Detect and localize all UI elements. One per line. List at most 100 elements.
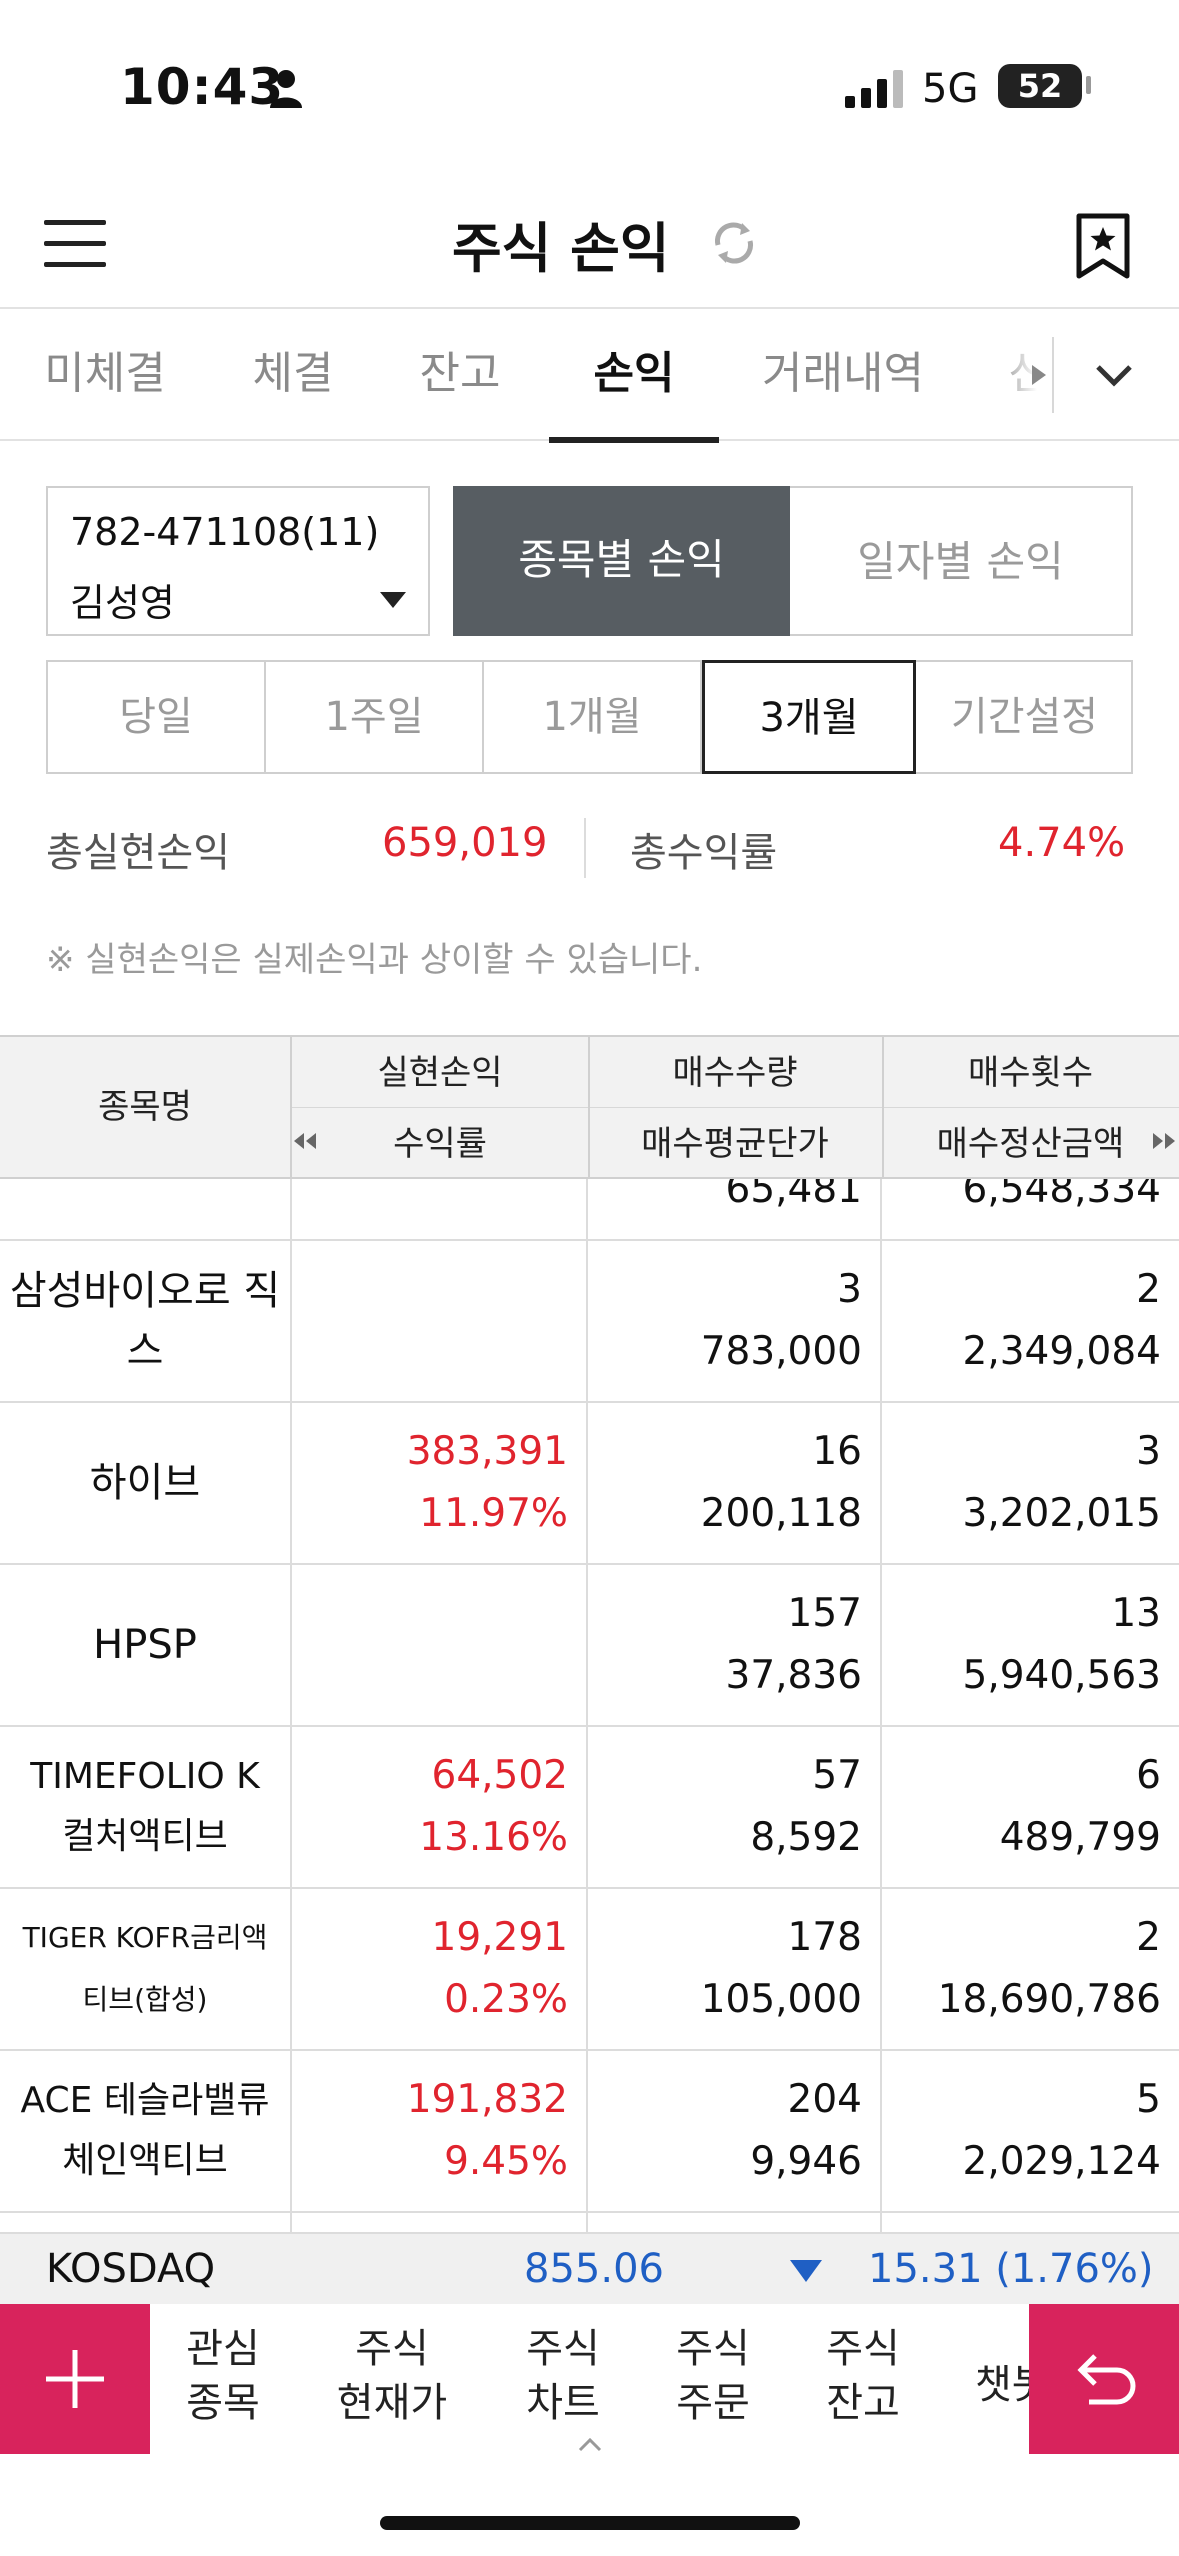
row-buy-qty: 3 (837, 1267, 862, 1312)
header-settle-amount: 매수정산금액 (936, 1124, 1125, 1164)
add-menu-button[interactable] (0, 2304, 150, 2454)
nav-current-price-line2: 현재가 (336, 2380, 448, 2426)
table-row[interactable]: TIMEFOLIO K 컬처액티브 64,502 13.16% 57 8,592… (0, 1727, 1179, 1889)
status-time: 10:43 (120, 58, 285, 116)
row-settle-amount: 2,029,124 (962, 2139, 1162, 2184)
hamburger-menu-icon[interactable] (44, 220, 106, 267)
chevron-up-icon (578, 2438, 602, 2452)
nav-balance[interactable]: 주식 잔고 (808, 2322, 918, 2430)
period-3months[interactable]: 3개월 (702, 660, 916, 774)
app-header: 주식 손익 (0, 175, 1179, 309)
refresh-icon[interactable] (706, 215, 762, 271)
row-qty-cell: 3 783,000 (588, 1241, 882, 1401)
row-cnt-cell: 5 2,029,124 (882, 2051, 1179, 2211)
nav-balance-line1: 주식 (826, 2326, 900, 2372)
total-realized-label: 총실현손익 (46, 830, 230, 876)
row-avg-price: 37,836 (725, 1653, 862, 1698)
table-row[interactable]: TIGER KOFR금리액 티브(합성) 19,291 0.23% 178 10… (0, 1889, 1179, 2051)
row-settle-amount: 6,548,334 (962, 1179, 1162, 1212)
row-realized-pl: 19,291 (431, 1915, 568, 1960)
row-settle-amount: 5,940,563 (962, 1653, 1162, 1698)
row-avg-price: 105,000 (700, 1977, 862, 2022)
row-return-rate: 13.16% (419, 1815, 568, 1860)
table-row[interactable]: 하이브 383,391 11.97% 16 200,118 3 3,202,01… (0, 1403, 1179, 1565)
bookmark-star-icon[interactable] (1075, 213, 1131, 279)
row-avg-price: 200,118 (700, 1491, 862, 1536)
header-return-rate: 수익률 (393, 1124, 487, 1164)
row-buy-qty: 157 (787, 1591, 862, 1636)
row-avg-price: 783,000 (700, 1329, 862, 1374)
nav-chart-line2: 차트 (526, 2380, 600, 2426)
row-pl-cell: 383,391 11.97% (292, 1403, 588, 1563)
plus-icon (46, 2350, 104, 2408)
table-row[interactable]: 삼성바이오로 직스 3 783,000 2 2,349,084 (0, 1241, 1179, 1403)
nav-chart-line1: 주식 (526, 2326, 600, 2372)
row-cnt-cell: 3 3,202,015 (882, 1403, 1179, 1563)
table-header: 종목명 실현손익 수익률 매수수량 매수평균단가 매수횟수 매수정산금액 (0, 1035, 1179, 1179)
row-pl-cell (292, 1179, 588, 1239)
row-cnt-cell: 2 2,349,084 (882, 1241, 1179, 1401)
row-cnt-cell: 6 489,799 (882, 1727, 1179, 1887)
row-realized-pl: 383,391 (406, 1429, 568, 1474)
scroll-left-icon[interactable] (294, 1133, 316, 1149)
tab-profit-loss[interactable]: 손익 (549, 309, 719, 443)
table-row[interactable] (0, 2213, 1179, 2232)
account-selector[interactable]: 782-471108(11) 김성영 (46, 486, 430, 636)
title-wrap: 주식 손익 (452, 211, 762, 280)
row-qty-cell: 157 37,836 (588, 1565, 882, 1725)
bottom-nav: 관심 종목 주식 현재가 주식 차트 주식 주문 주식 잔고 챗봇 (0, 2304, 1179, 2454)
row-settle-amount: 3,202,015 (962, 1491, 1162, 1536)
nav-watchlist[interactable]: 관심 종목 (168, 2322, 278, 2430)
row-buy-qty: 204 (787, 2077, 862, 2122)
nav-watchlist-line2: 종목 (186, 2380, 260, 2426)
header-realized-pl: 실현손익 (377, 1053, 503, 1093)
tab-balance[interactable]: 잔고 (405, 309, 515, 441)
account-owner: 김성영 (70, 581, 175, 625)
row-cnt-cell: 13 5,940,563 (882, 1565, 1179, 1725)
row-qty-cell: 178 105,000 (588, 1889, 882, 2049)
row-buy-qty: 57 (812, 1753, 862, 1798)
nav-chatbot[interactable]: 챗봇 (975, 2352, 1029, 2410)
row-settle-amount: 489,799 (999, 1815, 1161, 1860)
nav-order[interactable]: 주식 주문 (658, 2322, 768, 2430)
home-indicator[interactable] (380, 2516, 800, 2530)
table-row[interactable]: ACE 테슬라밸류 체인액티브 191,832 9.45% 204 9,946 … (0, 2051, 1179, 2213)
period-1week[interactable]: 1주일 (266, 662, 484, 772)
ticker-change: 15.31 (1.76%) (868, 2246, 1154, 2292)
segment-by-date[interactable]: 일자별 손익 (790, 486, 1133, 636)
header-vline (882, 1037, 884, 1177)
nav-watchlist-line1: 관심 (186, 2326, 260, 2372)
index-ticker[interactable]: KOSDAQ 855.06 15.31 (1.76%) (0, 2232, 1179, 2304)
nav-chart[interactable]: 주식 차트 (508, 2322, 618, 2430)
period-custom[interactable]: 기간설정 (916, 662, 1133, 772)
tab-bar: 미체결 체결 잔고 손익 거래내역 신 (0, 309, 1179, 443)
page-title: 주식 손익 (452, 216, 670, 280)
scroll-right-icon (1032, 365, 1046, 385)
row-stock-name: HPSP (0, 1565, 292, 1725)
row-buy-qty: 16 (812, 1429, 862, 1474)
person-icon (270, 70, 302, 108)
table-row[interactable]: HPSP 157 37,836 13 5,940,563 (0, 1565, 1179, 1727)
ticker-price: 855.06 (524, 2246, 664, 2292)
scroll-right-icon[interactable] (1153, 1133, 1175, 1149)
row-pl-cell: 191,832 9.45% (292, 2051, 588, 2211)
table-row[interactable]: 65,481 6,548,334 (0, 1179, 1179, 1241)
row-qty-cell: 65,481 (588, 1179, 882, 1239)
back-button[interactable] (1029, 2304, 1179, 2454)
tab-divider (1052, 337, 1054, 413)
row-cnt-cell: 2 18,690,786 (882, 1889, 1179, 2049)
period-today[interactable]: 당일 (48, 662, 266, 772)
tab-unfilled[interactable]: 미체결 (30, 309, 180, 441)
nav-current-price[interactable]: 주식 현재가 (322, 2322, 462, 2430)
row-buy-count: 6 (1136, 1753, 1161, 1798)
period-1month[interactable]: 1개월 (484, 662, 702, 772)
header-avg-price: 매수평균단가 (641, 1124, 829, 1164)
row-avg-price: 9,946 (750, 2139, 862, 2184)
segment-by-stock[interactable]: 종목별 손익 (453, 486, 790, 636)
nav-balance-line2: 잔고 (826, 2380, 900, 2426)
tab-transactions[interactable]: 거래내역 (755, 309, 931, 441)
tab-filled[interactable]: 체결 (228, 309, 358, 441)
chevron-down-icon[interactable] (1094, 361, 1134, 389)
row-stock-name: 하이브 (0, 1403, 292, 1563)
row-qty-cell: 204 9,946 (588, 2051, 882, 2211)
